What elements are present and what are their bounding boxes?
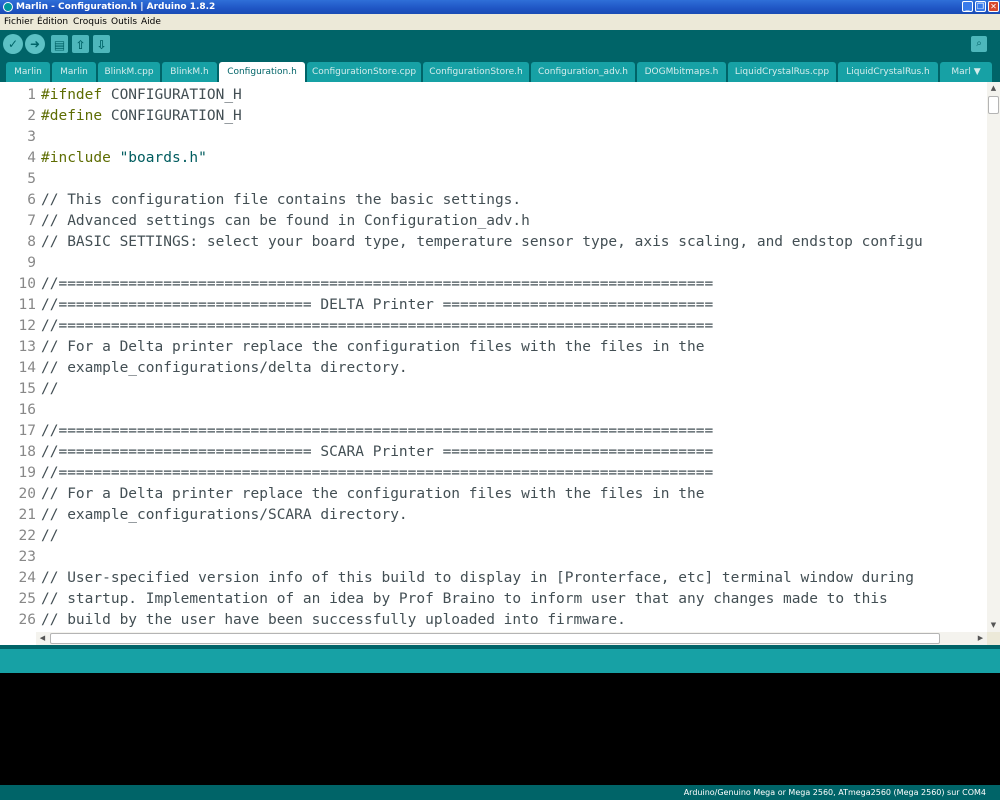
line-number: 8 — [27, 234, 36, 250]
code-line-18: //============================= SCARA Pr… — [41, 444, 714, 460]
string-literal: "boards.h" — [110, 150, 207, 166]
tab-dogmbitmaps-h[interactable]: DOGMbitmaps.h — [637, 62, 726, 82]
line-number: 7 — [27, 213, 36, 229]
line-number: 13 — [18, 339, 36, 355]
gutter-corner — [0, 632, 36, 645]
new-sketch-button[interactable]: ▤ — [51, 35, 68, 53]
code-line-8: // BASIC SETTINGS: select your board typ… — [41, 234, 923, 250]
toolbar: ✓ ➜ ▤ ⇧ ⇩ ⌕ — [0, 30, 1000, 58]
menu-outils[interactable]: Outils — [111, 14, 137, 30]
verify-button[interactable]: ✓ — [3, 34, 23, 54]
line-number: 5 — [27, 171, 36, 187]
code-line-13: // For a Delta printer replace the confi… — [41, 339, 705, 355]
line-number: 3 — [27, 129, 36, 145]
line-number: 11 — [18, 297, 36, 313]
menu-edition[interactable]: Édition — [37, 14, 68, 30]
tab-blinkm-cpp[interactable]: BlinkM.cpp — [98, 62, 160, 82]
code-line-21: // example_configurations/SCARA director… — [41, 507, 408, 523]
code-line-20: // For a Delta printer replace the confi… — [41, 486, 705, 502]
scroll-right-arrow-icon[interactable]: ▶ — [974, 632, 987, 645]
tab-blinkm-h[interactable]: BlinkM.h — [162, 62, 217, 82]
tab-configuration-adv-h[interactable]: Configuration_adv.h — [531, 62, 635, 82]
title-bar: Marlin - Configuration.h | Arduino 1.8.2… — [0, 0, 1000, 14]
maximize-button[interactable]: ❐ — [975, 1, 986, 12]
arduino-app-icon — [3, 2, 13, 12]
code-line-7: // Advanced settings can be found in Con… — [41, 213, 530, 229]
line-number: 17 — [18, 423, 36, 439]
code-line-2: #define CONFIGURATION_H — [41, 106, 987, 127]
code-line-14: // example_configurations/delta director… — [41, 360, 408, 376]
code-line-1: #ifndef CONFIGURATION_H — [41, 85, 987, 106]
close-button[interactable]: ✕ — [988, 1, 999, 12]
code-line-4: #include "boards.h" — [41, 148, 987, 169]
menu-fichier[interactable]: Fichier — [4, 14, 33, 30]
preprocessor-keyword: #ifndef — [41, 87, 103, 103]
line-number: 9 — [27, 255, 36, 271]
line-number: 21 — [18, 507, 36, 523]
tab-liquidcrystalrus-h[interactable]: LiquidCrystalRus.h — [838, 62, 938, 82]
open-sketch-button[interactable]: ⇧ — [72, 35, 89, 53]
line-number: 16 — [18, 402, 36, 418]
line-number: 4 — [27, 150, 36, 166]
line-number: 12 — [18, 318, 36, 334]
window-title: Marlin - Configuration.h | Arduino 1.8.2 — [16, 2, 216, 12]
code-line-17: //======================================… — [41, 423, 714, 439]
code-line-22: // — [41, 528, 59, 544]
preprocessor-keyword: #define — [41, 108, 103, 124]
line-number: 2 — [27, 108, 36, 124]
tab-liquidcrystalrus-cpp[interactable]: LiquidCrystalRus.cpp — [728, 62, 836, 82]
minimize-button[interactable]: _ — [962, 1, 973, 12]
line-number: 6 — [27, 192, 36, 208]
tab-marlin-1[interactable]: Marlin — [6, 62, 50, 82]
upload-button[interactable]: ➜ — [25, 34, 45, 54]
code-line-12: //======================================… — [41, 318, 714, 334]
menu-aide[interactable]: Aide — [141, 14, 161, 30]
menu-croquis[interactable]: Croquis — [73, 14, 107, 30]
code-line-24: // User-specified version info of this b… — [41, 570, 914, 586]
tab-more-dropdown[interactable]: Marl ▼ — [940, 62, 992, 82]
line-number: 20 — [18, 486, 36, 502]
tab-strip: Marlin Marlin BlinkM.cpp BlinkM.h Config… — [0, 58, 1000, 82]
line-number: 19 — [18, 465, 36, 481]
code-line-6: // This configuration file contains the … — [41, 192, 522, 208]
code-line-25: // startup. Implementation of an idea by… — [41, 591, 888, 607]
line-number: 1 — [27, 87, 36, 103]
line-number: 23 — [18, 549, 36, 565]
line-number: 14 — [18, 360, 36, 376]
code-token: CONFIGURATION_H — [102, 87, 242, 103]
console-output[interactable] — [0, 673, 1000, 785]
scroll-left-arrow-icon[interactable]: ◀ — [36, 632, 49, 645]
tab-configurationstore-cpp[interactable]: ConfigurationStore.cpp — [307, 62, 421, 82]
tab-marlin-2[interactable]: Marlin — [52, 62, 96, 82]
line-number: 24 — [18, 570, 36, 586]
line-number: 25 — [18, 591, 36, 607]
horizontal-scroll-thumb[interactable] — [50, 633, 940, 644]
code-line-10: //======================================… — [41, 276, 714, 292]
scroll-down-arrow-icon[interactable]: ▼ — [987, 619, 1000, 632]
code-line-26: // build by the user have been successfu… — [41, 612, 626, 628]
code-line-15: // — [41, 381, 59, 397]
serial-monitor-button[interactable]: ⌕ — [971, 36, 987, 52]
tab-configurationstore-h[interactable]: ConfigurationStore.h — [423, 62, 529, 82]
code-token: CONFIGURATION_H — [102, 108, 242, 124]
scroll-up-arrow-icon[interactable]: ▲ — [987, 82, 1000, 95]
preprocessor-keyword: #include — [41, 150, 111, 166]
board-port-status: Arduino/Genuino Mega or Mega 2560, ATmeg… — [683, 788, 986, 797]
line-number: 15 — [18, 381, 36, 397]
line-number: 10 — [18, 276, 36, 292]
vertical-scroll-thumb[interactable] — [988, 96, 999, 114]
message-bar — [0, 645, 1000, 673]
vertical-scrollbar[interactable]: ▲ ▼ — [987, 82, 1000, 632]
code-editor[interactable]: 1 2 3 4 5 6 7 8 9 10 11 12 13 14 15 16 1… — [0, 82, 1000, 632]
menu-bar: Fichier Édition Croquis Outils Aide — [0, 14, 1000, 30]
line-number: 26 — [18, 612, 36, 628]
code-line-11: //============================= DELTA Pr… — [41, 297, 714, 313]
tab-configuration-h[interactable]: Configuration.h — [219, 62, 305, 82]
horizontal-scrollbar[interactable]: ◀ ▶ — [36, 632, 987, 645]
save-sketch-button[interactable]: ⇩ — [93, 35, 110, 53]
code-line-19: //======================================… — [41, 465, 714, 481]
status-bar: Arduino/Genuino Mega or Mega 2560, ATmeg… — [0, 785, 1000, 800]
line-number: 22 — [18, 528, 36, 544]
line-number: 18 — [18, 444, 36, 460]
